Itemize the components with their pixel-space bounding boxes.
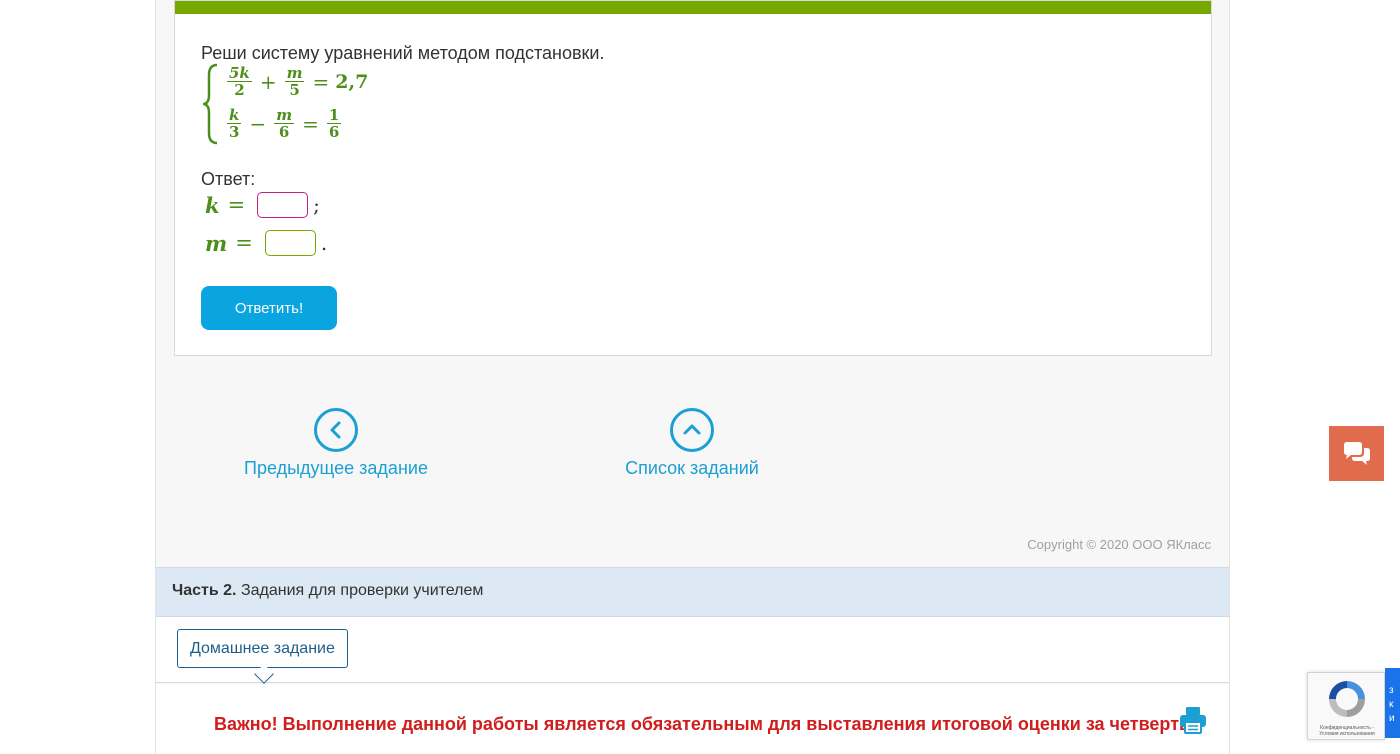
fraction-m-over-5: m 5 — [284, 64, 305, 99]
k-answer-input[interactable] — [257, 192, 309, 218]
chevron-up-circle-icon[interactable] — [670, 408, 714, 452]
answer-label: Ответ: — [201, 169, 256, 189]
task-list-label[interactable]: Список заданий — [625, 458, 759, 479]
previous-task-link[interactable]: Предыдущее задание — [242, 408, 430, 479]
answer-row-m: m = . — [205, 230, 328, 256]
var-m: m — [205, 230, 228, 256]
equation-system: 5k 2 + m 5 = 2,7 k 3 − m 6 = 1 6 — [201, 63, 401, 145]
printer-icon[interactable] — [1178, 705, 1208, 735]
task-list-link[interactable]: Список заданий — [622, 408, 762, 479]
important-notice: Важно! Выполнение данной работы является… — [214, 714, 1196, 734]
task-question: Реши систему уравнений методом подстанов… — [201, 43, 605, 63]
recaptcha-side-tab: з к и — [1385, 668, 1400, 738]
equation-2: k 3 − m 6 = 1 6 — [227, 106, 342, 141]
var-k: k — [205, 192, 220, 218]
equation-1: 5k 2 + m 5 = 2,7 — [227, 64, 369, 99]
chat-widget-button[interactable] — [1329, 426, 1384, 481]
tab-homework[interactable]: Домашнее задание — [177, 629, 348, 668]
m-answer-input[interactable] — [264, 230, 316, 256]
task-card: Реши систему уравнений методом подстанов… — [174, 0, 1212, 356]
system-brace — [202, 63, 218, 145]
submit-answer-button[interactable]: Ответить! — [201, 286, 337, 330]
recaptcha-logo-icon — [1329, 681, 1365, 717]
answer-row-k: k = ; — [205, 192, 320, 218]
part2-header: Часть 2. Задания для проверки учителем — [156, 567, 1229, 617]
previous-task-label[interactable]: Предыдущее задание — [244, 458, 428, 479]
part2-description: Задания для проверки учителем — [240, 582, 484, 599]
fraction-5k-over-2: 5k 2 — [227, 64, 252, 99]
fraction-m-over-6: m 6 — [274, 106, 295, 141]
copyright: Copyright © 2020 ООО ЯКласс — [1027, 537, 1211, 552]
recaptcha-terms[interactable]: Конфиденциальность - Условия использован… — [1310, 725, 1384, 737]
chevron-left-circle-icon[interactable] — [314, 408, 358, 452]
chat-bubbles-icon — [1343, 441, 1370, 465]
fraction-1-over-6: 1 6 — [326, 106, 342, 141]
page-container: Реши систему уравнений методом подстанов… — [155, 0, 1230, 754]
fraction-k-over-3: k 3 — [227, 106, 242, 141]
task-header-bar — [175, 1, 1211, 14]
tabs-bar: Домашнее задание — [156, 617, 1229, 684]
recaptcha-badge[interactable]: Конфиденциальность - Условия использован… — [1307, 672, 1385, 740]
part2-title: Часть 2. — [172, 582, 237, 599]
notice-area: Важно! Выполнение данной работы является… — [156, 684, 1229, 754]
